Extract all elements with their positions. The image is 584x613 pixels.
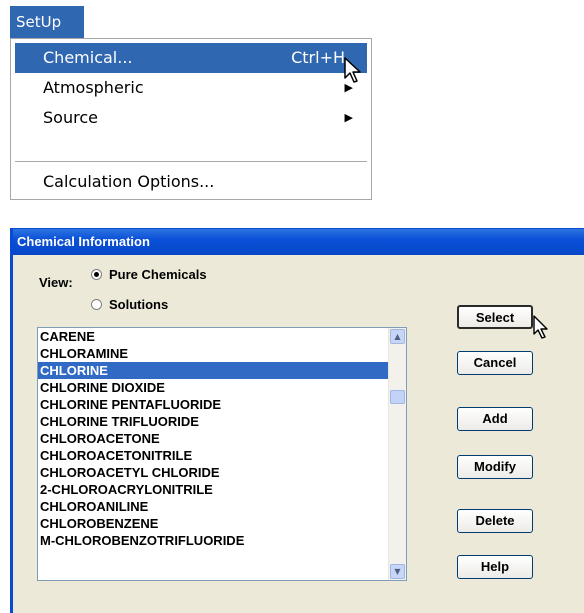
list-item[interactable]: CHLOROACETYL CHLORIDE (38, 464, 388, 481)
chemical-information-dialog: Chemical Information View: Pure Chemical… (10, 228, 584, 613)
chemical-listbox[interactable]: CARENE CHLORAMINE CHLORINE CHLORINE DIOX… (37, 327, 407, 581)
menu-item-label: Atmospheric (43, 78, 144, 97)
scroll-thumb[interactable] (390, 390, 405, 404)
dialog-titlebar[interactable]: Chemical Information (13, 229, 584, 255)
dialog-title: Chemical Information (17, 234, 150, 249)
radio-solutions[interactable]: Solutions (91, 297, 168, 312)
radio-label: Solutions (109, 297, 169, 312)
scroll-down-icon[interactable]: ▼ (390, 564, 405, 579)
menu-item-shortcut: Ctrl+H (291, 48, 345, 67)
list-item[interactable]: CHLORAMINE (38, 345, 388, 362)
help-button[interactable]: Help (457, 555, 533, 579)
menu-item-chemical[interactable]: Chemical... Ctrl+H (15, 43, 367, 73)
list-item[interactable]: CARENE (38, 328, 388, 345)
menu-setup[interactable]: SetUp (10, 6, 84, 38)
list-item[interactable]: M-CHLOROBENZOTRIFLUORIDE (38, 532, 388, 549)
delete-button[interactable]: Delete (457, 509, 533, 533)
list-item[interactable]: CHLOROBENZENE (38, 515, 388, 532)
list-item[interactable]: CHLORINE TRIFLUORIDE (38, 413, 388, 430)
menu-separator (15, 161, 367, 162)
radio-icon[interactable] (91, 299, 102, 310)
submenu-arrow-icon: ▶ (344, 111, 353, 124)
view-label: View: (39, 275, 73, 290)
menu-item-source[interactable]: Source ▶ (15, 103, 367, 133)
modify-button[interactable]: Modify (457, 455, 533, 479)
arrow-cursor-icon (344, 57, 361, 83)
menu-item-calculation-options[interactable]: Calculation Options... (15, 167, 367, 197)
cancel-button[interactable]: Cancel (457, 351, 533, 375)
scroll-up-icon[interactable]: ▲ (390, 329, 405, 344)
setup-menu-popup: Chemical... Ctrl+H Atmospheric ▶ Source … (10, 38, 372, 200)
list-item[interactable]: CHLORINE DIOXIDE (38, 379, 388, 396)
select-button[interactable]: Select (457, 305, 533, 329)
list-item[interactable]: CHLOROACETONE (38, 430, 388, 447)
list-item[interactable]: 2-CHLOROACRYLONITRILE (38, 481, 388, 498)
add-button[interactable]: Add (457, 407, 533, 431)
radio-pure-chemicals[interactable]: Pure Chemicals (91, 267, 207, 282)
menu-item-label: Chemical... (43, 48, 133, 67)
menu-item-label: Calculation Options... (43, 172, 215, 191)
list-item[interactable]: CHLOROANILINE (38, 498, 388, 515)
radio-label: Pure Chemicals (109, 267, 207, 282)
list-item[interactable]: CHLORINE PENTAFLUORIDE (38, 396, 388, 413)
list-item-selected[interactable]: CHLORINE (38, 362, 388, 379)
arrow-cursor-icon (533, 315, 548, 339)
menu-item-atmospheric[interactable]: Atmospheric ▶ (15, 73, 367, 103)
list-item[interactable]: CHLOROACETONITRILE (38, 447, 388, 464)
radio-icon[interactable] (91, 269, 102, 280)
menu-item-label: Source (43, 108, 98, 127)
list-scrollbar[interactable]: ▲ ▼ (388, 328, 406, 580)
